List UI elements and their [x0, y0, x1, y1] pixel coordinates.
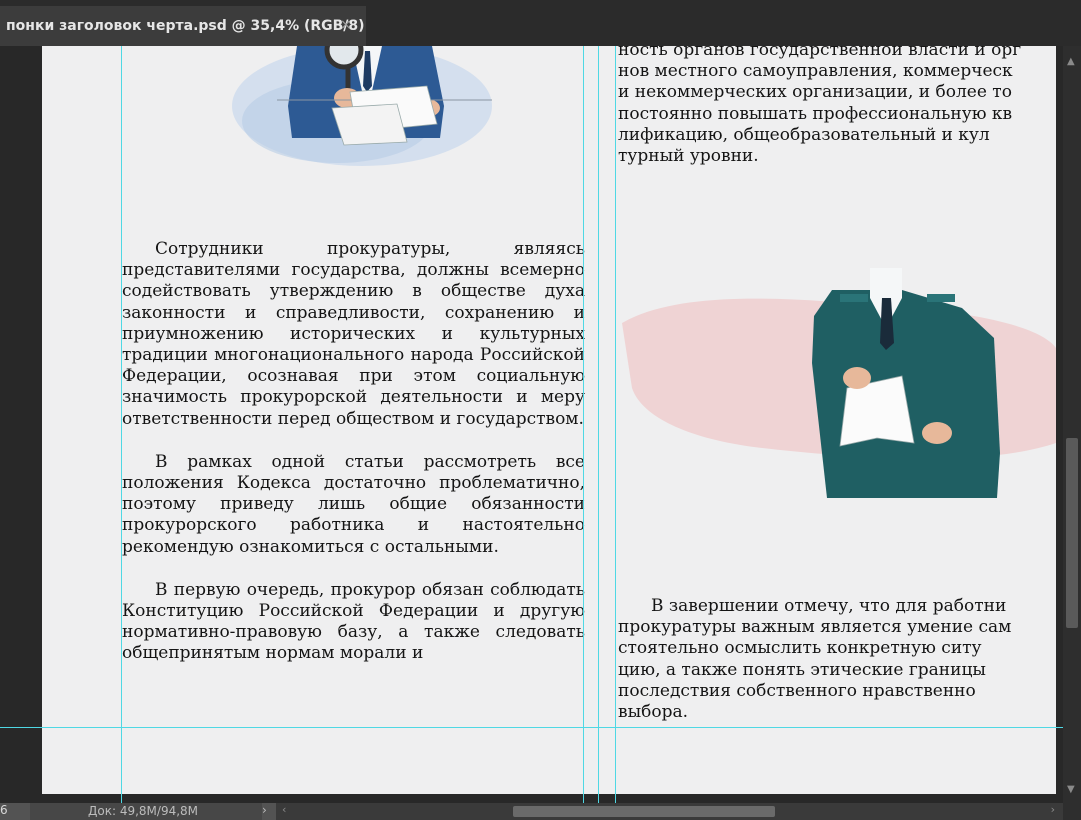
scroll-down-icon[interactable]: ▼ [1067, 784, 1075, 795]
doc-size-panel[interactable]: Док: 49,8M/94,8M [30, 803, 262, 820]
vertical-guide[interactable] [583, 46, 584, 820]
text-line: стоятельно осмыслить конкретную ситу [618, 638, 982, 659]
text-line: постоянно повышать профессиональную кв [618, 103, 1013, 124]
status-bar: 6 Док: 49,8M/94,8M › ‹ › [0, 803, 1081, 820]
text-line: лификацию, общеобразовательный и кул [618, 124, 990, 145]
vertical-guide[interactable] [121, 46, 122, 820]
illustration-magnifier-lens [324, 46, 364, 70]
text-line: прокуратуры важным является умение сам [618, 617, 1012, 638]
scroll-up-icon[interactable]: ▲ [1067, 56, 1075, 67]
text-line: турный уровни. [618, 145, 759, 166]
left-text-column: Сотрудники прокуратуры, являясь представ… [122, 239, 585, 665]
paragraph: В рамках одной статьи рассмотреть все по… [122, 451, 585, 557]
text-line: нов местного самоуправления, коммерческ [618, 61, 1013, 82]
close-tab-icon[interactable]: × [340, 17, 352, 33]
scroll-right-icon[interactable]: › [1051, 803, 1055, 816]
horizontal-scroll-thumb[interactable] [513, 806, 775, 817]
vertical-guide[interactable] [598, 46, 599, 820]
horizontal-scrollbar[interactable]: ‹ › [276, 803, 1063, 820]
doc-size-text: Док: 49,8M/94,8M [88, 804, 199, 818]
vertical-guide[interactable] [615, 46, 616, 820]
illustration-paper-2 [331, 103, 408, 146]
horizontal-guide[interactable] [0, 727, 1063, 728]
paragraph: В первую очередь, прокурор обязан соблюд… [122, 579, 585, 664]
illustration-uniform [812, 290, 1000, 498]
document-tab-bar: понки заголовок черта.psd @ 35,4% (RGB/8… [0, 0, 1081, 46]
document-canvas[interactable]: Сотрудники прокуратуры, являясь представ… [42, 46, 1056, 794]
text-line: цию, а также понять этические границы [618, 659, 986, 680]
illustration-hand-left [843, 367, 871, 389]
document-tab-title: понки заголовок черта.psd @ 35,4% (RGB/8… [6, 18, 365, 34]
right-text-top: ность органов государственной власти и о… [618, 46, 1056, 167]
vertical-scrollbar[interactable]: ▲ ▼ [1063, 46, 1081, 803]
text-line: В завершении отмечу, что для работни [651, 596, 1007, 616]
illustration-epaulette-left [840, 294, 868, 302]
right-text-bottom: В завершении отмечу, что для работни про… [618, 596, 1056, 723]
illustration-epaulette-right [927, 294, 955, 302]
text-line: и некоммерческих организации, и более то [618, 82, 1012, 103]
paragraph: Сотрудники прокуратуры, являясь представ… [122, 239, 585, 429]
text-line: ность органов государственной власти и о… [618, 46, 1022, 60]
text-line: выбора. [618, 701, 688, 722]
status-menu-arrow-icon[interactable]: › [262, 803, 267, 817]
illustration-hand-right [922, 422, 952, 444]
illustration-man-with-magnifier [232, 46, 492, 166]
scrollbar-corner [1063, 803, 1081, 820]
zoom-level[interactable]: 6 [0, 803, 14, 817]
illustration-man-tearing-paper [622, 268, 1056, 498]
text-line: последствия собственного нравственно [618, 680, 976, 701]
vertical-scroll-thumb[interactable] [1066, 438, 1078, 628]
scroll-left-icon[interactable]: ‹ [282, 803, 286, 816]
document-tab[interactable]: понки заголовок черта.psd @ 35,4% (RGB/8… [0, 6, 366, 46]
